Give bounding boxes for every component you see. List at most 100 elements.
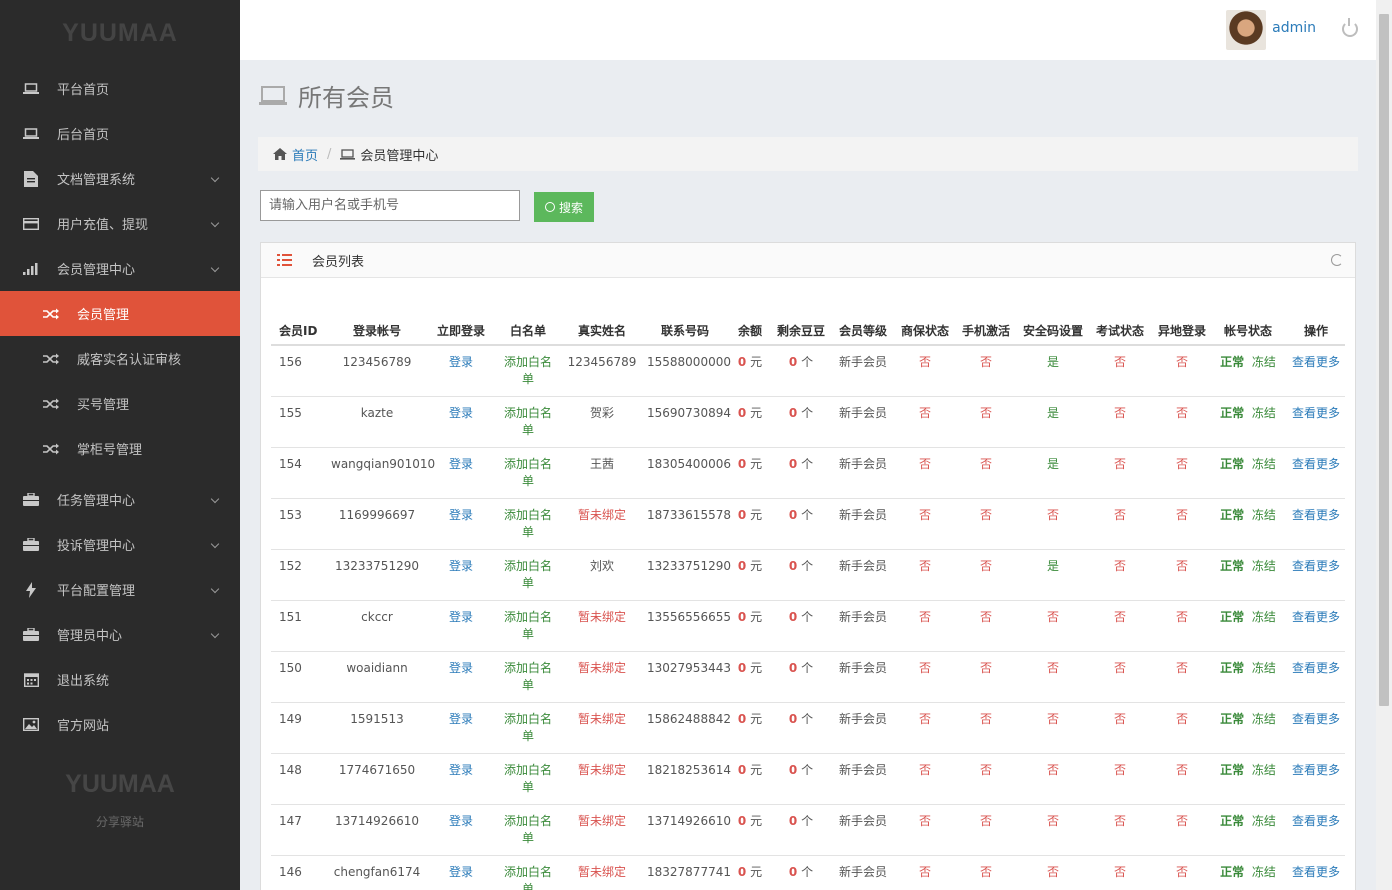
add-whitelist-link[interactable]: 添加白名单 (504, 508, 552, 539)
status-badge: 正常 (1220, 355, 1245, 369)
freeze-link[interactable]: 冻结 (1252, 712, 1276, 726)
sidebar-item-b5[interactable]: 官方网站 (0, 702, 240, 747)
freeze-link[interactable]: 冻结 (1252, 661, 1276, 675)
shuffle-icon (42, 442, 60, 456)
sidebar-item-1[interactable]: 后台首页 (0, 111, 240, 156)
mobile-activation: 否 (951, 855, 1021, 890)
login-link[interactable]: 登录 (449, 406, 473, 420)
page-scrollbar[interactable] (1376, 0, 1392, 890)
login-link[interactable]: 登录 (449, 814, 473, 828)
view-more-link[interactable]: 查看更多 (1292, 406, 1340, 420)
login-link[interactable]: 登录 (449, 355, 473, 369)
balance-unit: 元 (750, 762, 763, 777)
mobile-activation: 否 (951, 753, 1021, 805)
sidebar-item-2[interactable]: 文档管理系统 (0, 156, 240, 201)
view-more-link[interactable]: 查看更多 (1292, 712, 1340, 726)
insure-status: 否 (899, 702, 951, 754)
view-more-link[interactable]: 查看更多 (1292, 559, 1340, 573)
search-input[interactable] (260, 190, 520, 221)
login-link[interactable]: 登录 (449, 865, 473, 879)
freeze-link[interactable]: 冻结 (1252, 559, 1276, 573)
add-whitelist-link[interactable]: 添加白名单 (504, 865, 552, 890)
insure-status: 否 (899, 447, 951, 499)
add-whitelist-link[interactable]: 添加白名单 (504, 661, 552, 692)
freeze-link[interactable]: 冻结 (1252, 763, 1276, 777)
sidebar-item-0[interactable]: 平台首页 (0, 66, 240, 111)
sidebar-subitem-0[interactable]: 会员管理 (0, 291, 240, 336)
sidebar-subitem-3[interactable]: 掌柜号管理 (0, 426, 240, 471)
sidebar-item-label: 投诉管理中心 (57, 539, 136, 554)
remote-login: 否 (1155, 345, 1209, 397)
power-icon[interactable] (1342, 18, 1358, 37)
sidebar-subitem-2[interactable]: 买号管理 (0, 381, 240, 426)
page-title: 所有会员 (298, 84, 394, 112)
sidebar-item-3[interactable]: 用户充值、提现 (0, 201, 240, 246)
breadcrumb-home-link[interactable]: 首页 (292, 145, 318, 164)
view-more-link[interactable]: 查看更多 (1292, 355, 1340, 369)
sidebar-subitem-1[interactable]: 威客实名认证审核 (0, 336, 240, 381)
sidebar: YUUMAA 平台首页 后台首页 文档管理系统 用户充值、提现 会员管理中心 会员管理威… (0, 0, 240, 890)
search-button[interactable]: 搜索 (534, 192, 594, 222)
view-more-link[interactable]: 查看更多 (1292, 610, 1340, 624)
add-whitelist-link[interactable]: 添加白名单 (504, 457, 552, 488)
add-whitelist-link[interactable]: 添加白名单 (504, 763, 552, 794)
account-status: 正常 冻结 (1209, 345, 1287, 397)
sidebar-item-b3[interactable]: 管理员中心 (0, 612, 240, 657)
login-link[interactable]: 登录 (449, 508, 473, 522)
document-icon (22, 170, 40, 187)
add-whitelist-link[interactable]: 添加白名单 (504, 559, 552, 590)
sidebar-item-b2[interactable]: 平台配置管理 (0, 567, 240, 612)
member-level: 新手会员 (827, 447, 899, 499)
view-more-link[interactable]: 查看更多 (1292, 814, 1340, 828)
freeze-link[interactable]: 冻结 (1252, 508, 1276, 522)
add-whitelist-link[interactable]: 添加白名单 (504, 355, 552, 386)
freeze-link[interactable]: 冻结 (1252, 814, 1276, 828)
table-row: 153 1169996697 登录 添加白名单 暂未绑定 18733615578 0 元0 … (271, 498, 1345, 550)
beans: 0 个 (775, 702, 827, 754)
sidebar-item-b0[interactable]: 任务管理中心 (0, 477, 240, 522)
exam-status: 否 (1085, 651, 1155, 703)
refresh-icon[interactable] (1331, 254, 1343, 266)
add-whitelist-link[interactable]: 添加白名单 (504, 814, 552, 845)
footer-subtitle: 分享驿站 (95, 815, 144, 829)
balance-value: 0 (737, 609, 747, 624)
freeze-link[interactable]: 冻结 (1252, 610, 1276, 624)
beans-value: 0 (788, 355, 798, 369)
view-more-link[interactable]: 查看更多 (1292, 763, 1340, 777)
username-link[interactable]: admin (1272, 20, 1316, 36)
login-link[interactable]: 登录 (449, 559, 473, 573)
login-account: 123456789 (329, 345, 425, 397)
login-link[interactable]: 登录 (449, 763, 473, 777)
sidebar-item-4[interactable]: 会员管理中心 (0, 246, 240, 291)
view-more-link[interactable]: 查看更多 (1292, 508, 1340, 522)
add-whitelist-link[interactable]: 添加白名单 (504, 712, 552, 743)
mobile-activation: 否 (951, 345, 1021, 397)
add-whitelist-link[interactable]: 添加白名单 (504, 610, 552, 641)
freeze-link[interactable]: 冻结 (1252, 406, 1276, 420)
remote-login: 否 (1155, 804, 1209, 856)
beans-unit: 个 (801, 762, 814, 777)
freeze-link[interactable]: 冻结 (1252, 865, 1276, 879)
member-level: 新手会员 (827, 498, 899, 550)
login-link[interactable]: 登录 (449, 610, 473, 624)
account-status: 正常 冻结 (1209, 396, 1287, 448)
status-badge: 正常 (1220, 609, 1245, 624)
view-more-link[interactable]: 查看更多 (1292, 457, 1340, 471)
security-code-status: 是 (1021, 447, 1085, 499)
sidebar-item-label: 退出系统 (57, 674, 110, 689)
balance-unit: 元 (750, 660, 763, 675)
sidebar-item-b4[interactable]: 退出系统 (0, 657, 240, 702)
view-more-link[interactable]: 查看更多 (1292, 865, 1340, 879)
avatar[interactable] (1226, 10, 1266, 50)
scrollbar-thumb[interactable] (1379, 14, 1389, 706)
login-link[interactable]: 登录 (449, 712, 473, 726)
login-link[interactable]: 登录 (449, 457, 473, 471)
sidebar-item-b1[interactable]: 投诉管理中心 (0, 522, 240, 567)
security-code-status: 否 (1021, 855, 1085, 890)
view-more-link[interactable]: 查看更多 (1292, 661, 1340, 675)
add-whitelist-link[interactable]: 添加白名单 (504, 406, 552, 437)
member-list-panel: 会员列表 会员ID 登录帐号 立即登录 白名单 真实姓名 联系号码 余额 剩余豆豆 会员等级 商保… (260, 242, 1356, 890)
freeze-link[interactable]: 冻结 (1252, 355, 1276, 369)
login-link[interactable]: 登录 (449, 661, 473, 675)
freeze-link[interactable]: 冻结 (1252, 457, 1276, 471)
